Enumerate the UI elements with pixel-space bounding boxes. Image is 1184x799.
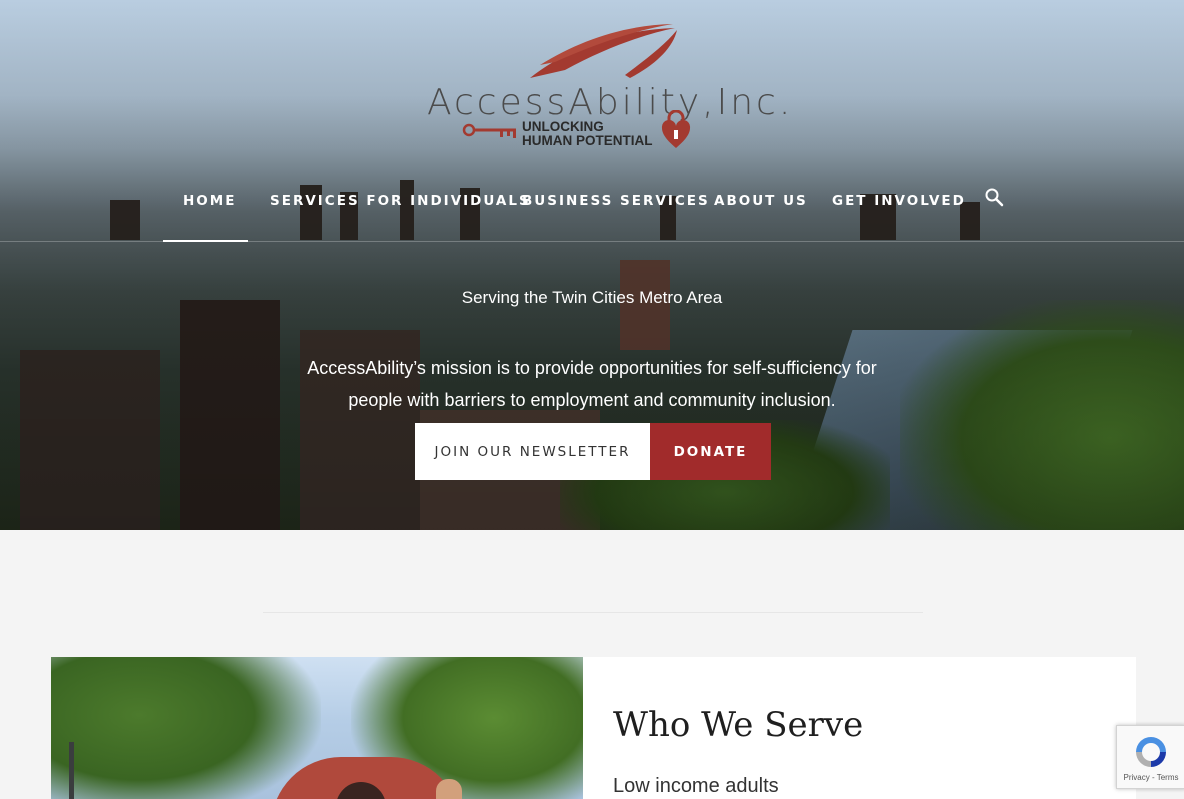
swoosh-icon [530,24,677,78]
nav-item-business-services[interactable]: BUSINESS SERVICES [522,193,710,209]
logo-wordmark: AccessAbility,Inc. [427,82,794,123]
list-item: Low income adults [613,775,779,797]
nav-active-indicator [163,240,248,242]
recaptcha-links[interactable]: Privacy - Terms [1117,773,1184,782]
nav-item-home[interactable]: HOME [183,193,236,209]
recaptcha-icon [1136,737,1166,767]
hero-tagline: Serving the Twin Cities Metro Area [461,288,723,307]
section-divider [263,612,923,613]
recaptcha-badge[interactable]: Privacy - Terms [1116,725,1184,789]
section-title: Who We Serve [613,705,864,745]
heart-lock-icon [661,110,691,148]
key-icon [462,123,516,138]
site-logo[interactable]: AccessAbility,Inc. UNLOCKING HUMAN POTEN… [420,20,790,155]
main-nav: HOME SERVICES FOR INDIVIDUALS BUSINESS S… [0,185,1184,241]
hero-mission: AccessAbility’s mission is to provide op… [307,358,877,410]
nav-item-about-us[interactable]: ABOUT US [714,193,808,209]
nav-item-get-involved[interactable]: GET INVOLVED [832,193,966,209]
nav-item-services-for-individuals[interactable]: SERVICES FOR INDIVIDUALS [270,193,531,209]
donate-button[interactable]: DONATE [650,423,771,480]
search-icon[interactable] [984,187,1004,207]
who-we-serve-photo [51,657,583,799]
join-newsletter-button[interactable]: JOIN OUR NEWSLETTER [415,423,650,480]
logo-tagline: UNLOCKING HUMAN POTENTIAL [522,119,653,148]
who-we-serve-card: Who We Serve Low income adults [583,657,1136,799]
